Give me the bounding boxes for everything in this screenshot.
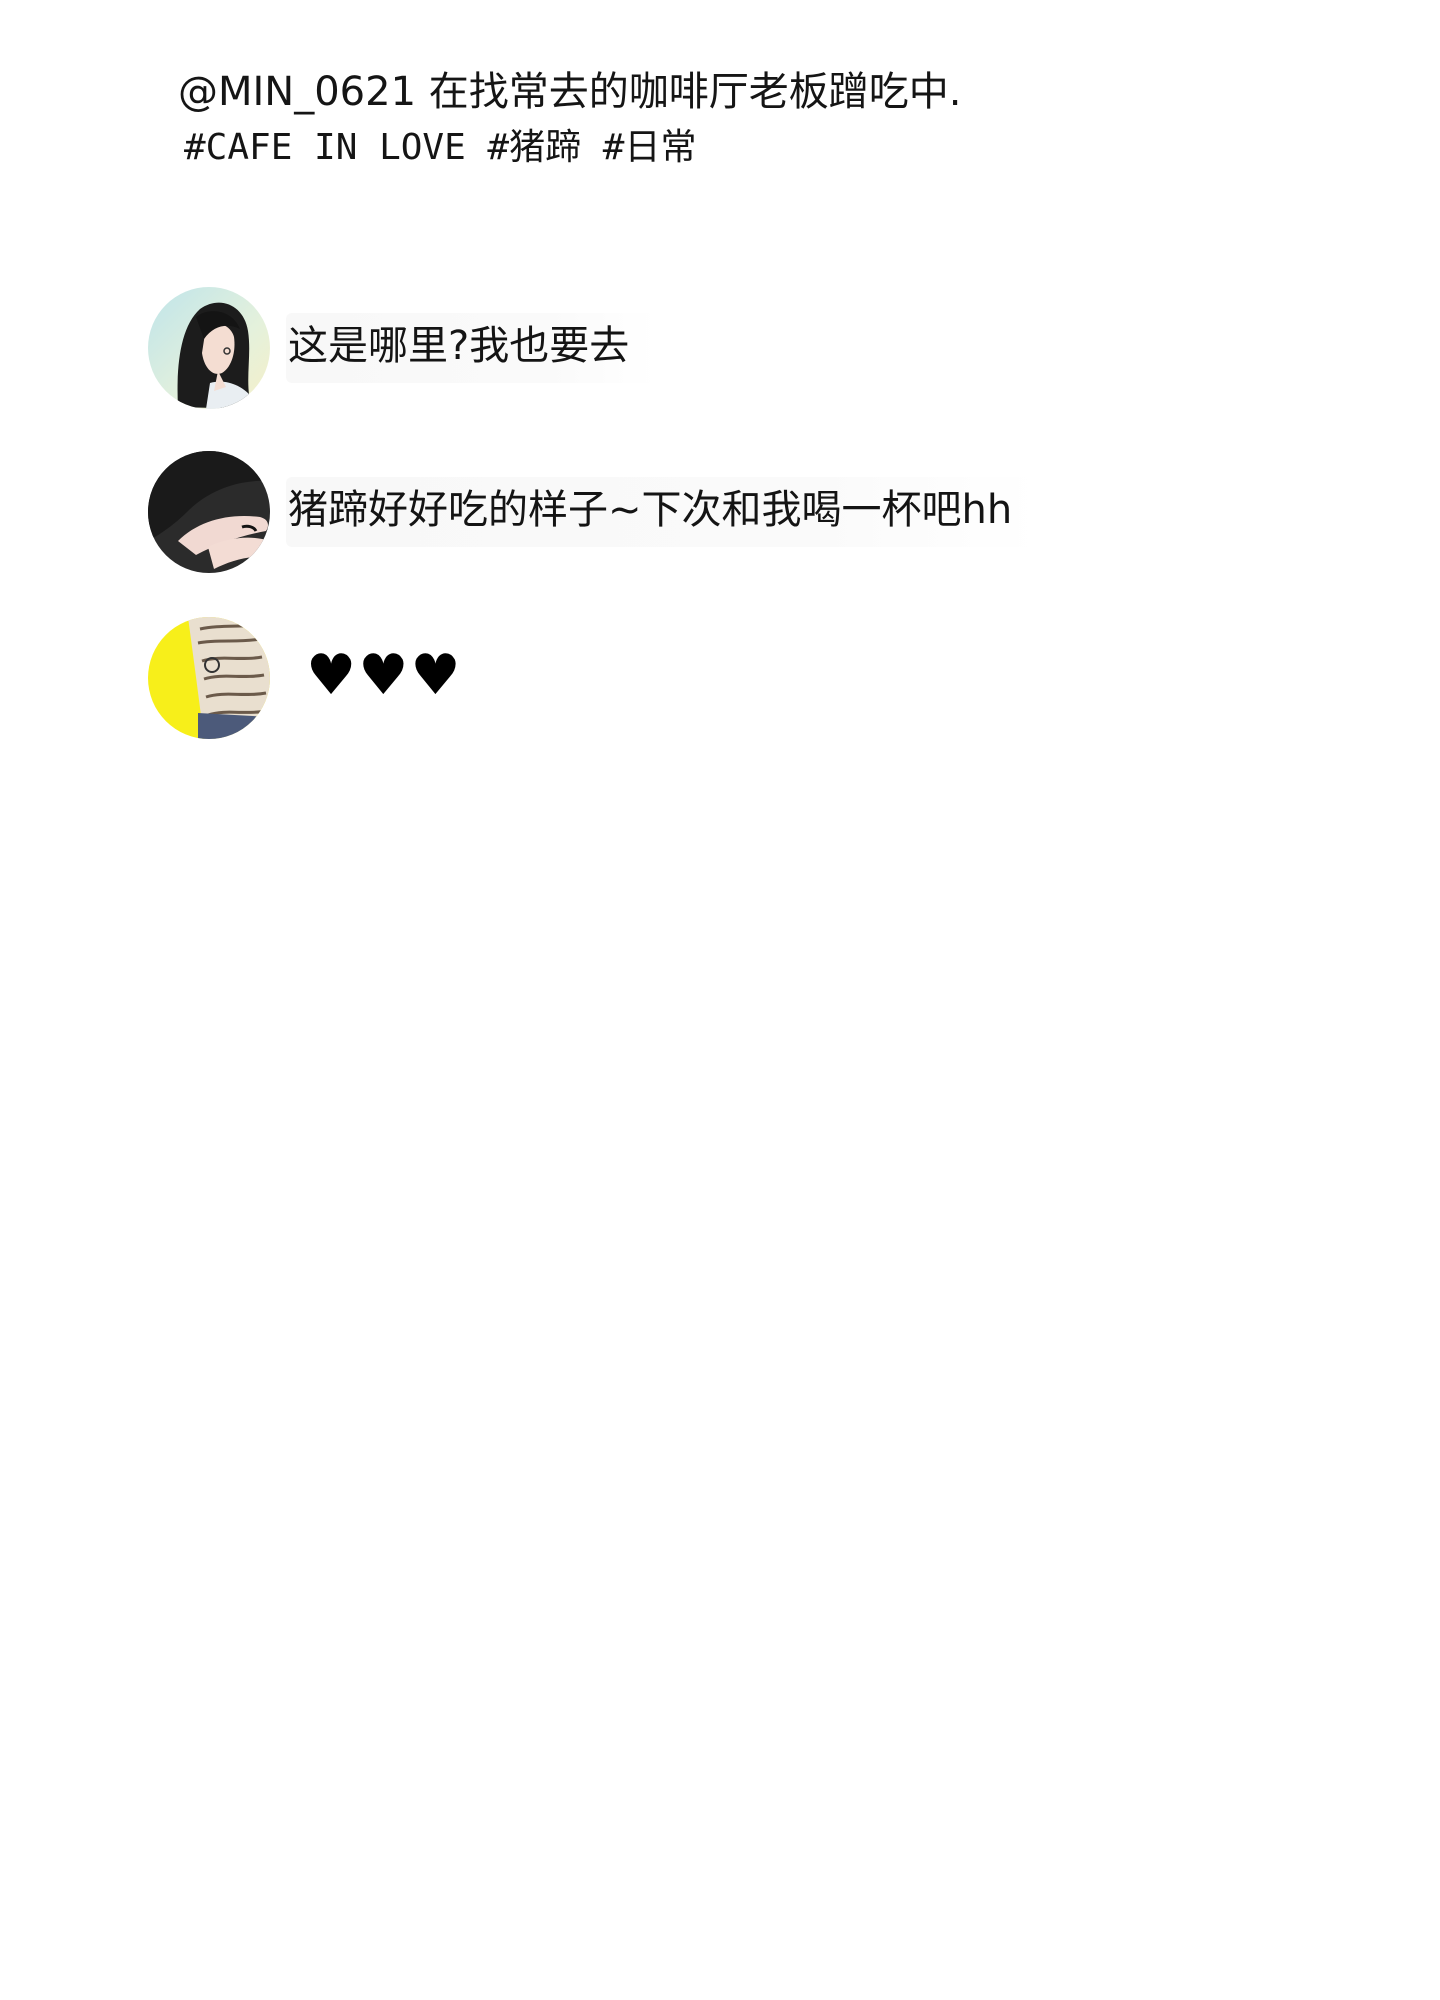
post-caption: @MIN_0621 在找常去的咖啡厅老板蹭吃中. #CAFE IN LOVE #… xyxy=(178,72,1178,166)
patterned-shirt-yellow-avatar-icon xyxy=(148,617,270,739)
user-avatar-icon[interactable] xyxy=(148,451,270,573)
crossed-arms-avatar-icon xyxy=(148,451,270,573)
comment-text: ♥♥♥ xyxy=(306,643,463,708)
comment-item: 猪蹄好好吃的样子~下次和我喝一杯吧hh xyxy=(148,450,1041,574)
hashtags[interactable]: #CAFE IN LOVE #猪蹄 #日常 xyxy=(178,130,1178,166)
user-avatar-icon[interactable] xyxy=(148,287,270,409)
user-avatar-icon[interactable] xyxy=(148,617,270,739)
comment-text: 这是哪里?我也要去 xyxy=(286,313,658,383)
woman-long-hair-avatar-icon xyxy=(148,287,270,409)
caption-text: @MIN_0621 在找常去的咖啡厅老板蹭吃中. xyxy=(178,69,962,115)
comment-text: 猪蹄好好吃的样子~下次和我喝一杯吧hh xyxy=(286,477,1041,547)
comment-item: ♥♥♥ xyxy=(148,616,491,740)
comment-item: 这是哪里?我也要去 xyxy=(148,286,658,410)
